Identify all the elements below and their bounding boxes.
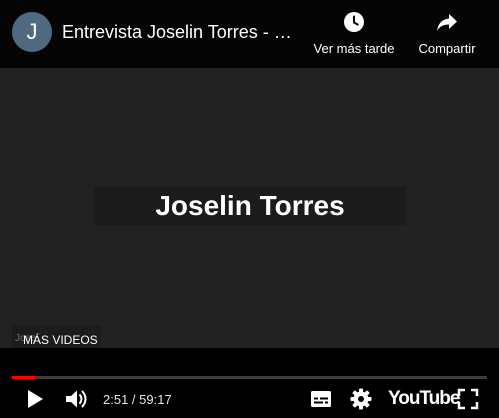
control-bar: 2:51 / 59:17 YouTube (0, 348, 499, 418)
settings-button[interactable] (349, 387, 373, 411)
time-current: 2:51 (103, 392, 129, 407)
more-videos-label: MÁS VIDEOS (23, 333, 98, 347)
share-button[interactable]: Compartir (404, 10, 490, 62)
watch-later-button[interactable]: Ver más tarde (311, 10, 397, 62)
time-total: 59:17 (139, 392, 172, 407)
time-separator: / (128, 392, 140, 407)
youtube-logo[interactable]: YouTube (388, 388, 460, 410)
share-arrow-icon (437, 14, 457, 31)
gear-icon (350, 388, 372, 410)
video-player[interactable]: J Entrevista Joselin Torres - Sociedad y… (0, 0, 499, 418)
subtitles-icon (311, 391, 331, 407)
clock-icon (344, 12, 364, 32)
time-display: 2:51 / 59:17 (103, 392, 172, 407)
play-button[interactable] (24, 387, 46, 411)
share-label: Compartir (418, 41, 476, 56)
fullscreen-icon (457, 388, 479, 410)
progress-bar[interactable] (12, 376, 487, 379)
fullscreen-button[interactable] (456, 387, 480, 411)
channel-avatar[interactable]: J (12, 12, 52, 52)
watch-later-label: Ver más tarde (313, 41, 395, 56)
top-bar: J Entrevista Joselin Torres - Sociedad y… (0, 0, 499, 68)
volume-icon (66, 390, 87, 408)
video-name-plate: Joselin Torres (94, 186, 406, 225)
volume-button[interactable] (64, 387, 90, 411)
progress-played (12, 376, 35, 379)
video-title-link[interactable]: Entrevista Joselin Torres - Sociedad y C… (62, 21, 298, 43)
video-frame[interactable]: Joselin Torres Jose MÁS VIDEOS (0, 68, 499, 352)
play-icon (28, 390, 43, 408)
subtitles-button[interactable] (309, 387, 333, 411)
